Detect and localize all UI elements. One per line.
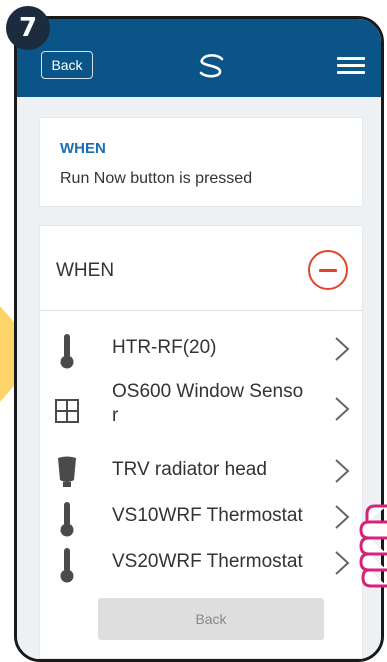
when-device-card: WHEN HTR-RF(20) OS600 Window Senso r TRV…	[39, 225, 363, 659]
device-label: VS10WRF Thermostat	[112, 505, 303, 526]
window-icon	[55, 399, 79, 423]
phone-frame: Back WHEN Run Now button is pressed WHEN…	[14, 16, 384, 662]
chevron-right-icon	[335, 337, 350, 361]
chevron-right-icon	[335, 459, 350, 483]
top-bar: Back	[17, 19, 381, 97]
main-content: WHEN Run Now button is pressed WHEN HTR-…	[17, 97, 381, 659]
device-label: TRV radiator head	[112, 459, 267, 480]
chevron-right-icon	[335, 551, 350, 575]
trigger-summary-card: WHEN Run Now button is pressed	[39, 117, 363, 207]
pointing-hand-icon	[359, 504, 387, 588]
step-number-badge: 7	[6, 6, 50, 50]
chevron-right-icon	[335, 397, 350, 421]
hamburger-menu-icon[interactable]	[337, 57, 365, 77]
divider	[40, 310, 362, 311]
device-row-vs10wrf[interactable]: VS10WRF Thermostat	[40, 494, 362, 538]
remove-minus-icon[interactable]	[308, 250, 348, 290]
thermometer-icon	[60, 548, 74, 583]
trv-head-icon	[58, 456, 76, 487]
thermometer-icon	[60, 502, 74, 537]
device-row-trv[interactable]: TRV radiator head	[40, 448, 362, 492]
device-label: OS600 Window Senso r	[112, 381, 304, 426]
thermometer-icon	[60, 334, 74, 369]
trigger-heading: WHEN	[60, 140, 106, 157]
salus-logo-icon	[199, 54, 224, 78]
back-button-bottom[interactable]: Back	[98, 598, 324, 640]
trigger-description: Run Now button is pressed	[60, 170, 253, 187]
device-label: VS20WRF Thermostat	[112, 551, 303, 572]
device-row-htr-rf20[interactable]: HTR-RF(20)	[40, 326, 362, 370]
device-label: HTR-RF(20)	[112, 337, 217, 358]
back-button[interactable]: Back	[41, 51, 93, 79]
when-card-title: WHEN	[56, 260, 115, 281]
device-row-os600[interactable]: OS600 Window Senso r	[40, 378, 362, 438]
chevron-right-icon	[335, 505, 350, 529]
device-row-vs20wrf[interactable]: VS20WRF Thermostat	[40, 540, 362, 584]
